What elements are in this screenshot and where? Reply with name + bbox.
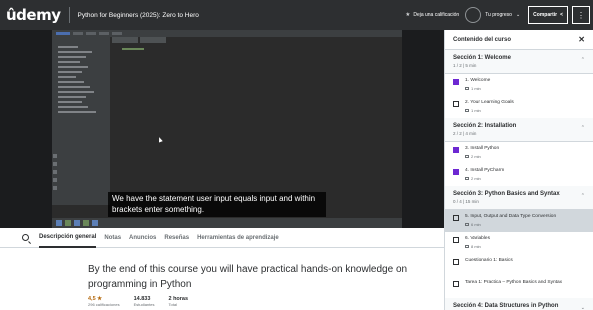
lecture-duration-text: 2 min [471,154,481,159]
video-icon [465,223,469,227]
stat-label: Total [168,302,177,307]
tab-notes[interactable]: Notas [104,228,121,248]
video-player[interactable]: We have the statement user input equals … [0,30,444,228]
sidebar-header: Contenido del curso ✕ [445,30,593,50]
top-bar: ûdemy Python for Beginners (2025): Zero … [0,0,593,30]
lecture-duration-text: 1 min [471,108,481,113]
lecture-duration: 2 min [465,176,504,181]
section-meta: 2 / 2 | 4 min [453,131,477,136]
lecture-duration: 2 min [465,154,499,159]
section-meta: 1 / 2 | 5 min [453,63,477,68]
rate-course-link[interactable]: ★ Deja una calificación [405,12,459,18]
lecture-title: 2. Your Learning Goals [465,100,514,105]
lecture-checkbox[interactable] [453,169,459,175]
lecture-item[interactable]: 4. Install PyCharm 2 min [445,164,593,186]
lecture-duration-text: 6 min [471,222,481,227]
lecture-item[interactable]: 2. Your Learning Goals 1 min [445,96,593,118]
rate-course-label: Deja una calificación [413,12,460,18]
progress-label: Tu progreso [485,12,512,18]
chevron-up-icon: ⌃ [580,125,585,131]
lecture-title: 3. Install Python [465,146,500,151]
lecture-duration: 1 min [465,108,514,113]
progress-dropdown[interactable]: Tu progreso ⌄ [465,7,520,23]
section-header[interactable]: Sección 1: Welcome 1 / 2 | 5 min ⌃ [445,50,593,74]
section-header[interactable]: Sección 3: Python Basics and Syntax 0 / 4… [445,186,593,210]
chevron-up-icon: ⌃ [580,193,585,199]
lecture-duration: 8 min [465,244,490,249]
lecture-checkbox[interactable] [453,215,459,221]
lecture-checkbox[interactable] [453,147,459,153]
lecture-item[interactable]: Tarea 1: Practica – Python Basics and Sy… [445,276,593,298]
stat-rating: 4,5 ★ 296 calificaciones [88,296,120,307]
lecture-checkbox[interactable] [453,79,459,85]
chevron-up-icon: ⌃ [580,57,585,63]
lecture-checkbox[interactable] [453,237,459,243]
lecture-duration: 6 min [465,222,556,227]
lecture-duration-text: 2 min [471,176,481,181]
section-title: Sección 4: Data Structures in Python [453,303,559,309]
video-icon [465,109,469,113]
lecture-title: Tarea 1: Practica – Python Basics and Sy… [465,280,563,285]
lecture-checkbox[interactable] [453,281,459,287]
lecture-title: Cuestionario 1: Basics [465,258,513,263]
tab-learning-tools[interactable]: Herramientas de aprendizaje [197,228,279,248]
section-title: Sección 2: Installation [453,123,517,129]
course-content-sidebar: Contenido del curso ✕ Sección 1: Welcome… [444,30,593,310]
chevron-down-icon: ⌄ [580,305,585,310]
section-list: Sección 1: Welcome 1 / 2 | 5 min ⌃ 1. Welco… [445,50,593,310]
lecture-item[interactable]: 3. Install Python 2 min [445,142,593,164]
stat-label: 296 calificaciones [88,302,120,307]
lecture-item[interactable]: 6. Variables 8 min [445,232,593,254]
lecture-title: 4. Install PyCharm [465,168,505,173]
video-icon [465,87,469,91]
lecture-item[interactable]: 5. Input, Output and Data Type Conversio… [445,210,593,232]
lecture-title: 6. Variables [465,236,490,241]
lecture-item[interactable]: Cuestionario 1: Basics [445,254,593,276]
section-title: Sección 1: Welcome [453,55,511,61]
share-button[interactable]: Compartir < [528,6,568,24]
video-icon [465,177,469,181]
tab-announcements[interactable]: Anuncios [129,228,156,248]
section-header[interactable]: Sección 2: Installation 2 / 2 | 4 min ⌃ [445,118,593,142]
section-title: Sección 3: Python Basics and Syntax [453,191,560,197]
tab-overview[interactable]: Descripción general [39,228,97,248]
sidebar-title: Contenido del curso [453,36,512,43]
lecture-item[interactable]: 1. Welcome 1 min [445,74,593,96]
course-overview-text: By the end of this course you will have … [88,264,408,290]
stat-hours: 2 horas Total [168,296,188,307]
lecture-duration-text: 8 min [471,244,481,249]
section-header[interactable]: Sección 4: Data Structures in Python ⌄ [445,298,593,310]
course-title[interactable]: Python for Beginners (2025): Zero to Her… [78,12,199,19]
share-icon: < [560,12,563,18]
search-icon[interactable] [22,234,29,241]
more-options-button[interactable]: ⋮ [572,6,590,24]
video-icon [465,245,469,249]
lecture-checkbox[interactable] [453,101,459,107]
share-label: Compartir [533,12,558,18]
udemy-logo[interactable]: ûdemy [6,6,61,24]
chevron-down-icon: ⌄ [515,12,521,18]
course-stats: 4,5 ★ 296 calificaciones 14.833 Estudian… [88,296,188,307]
content-tabs: Descripción general Notas Anuncios Reseñ… [0,228,444,248]
stat-students: 14.833 Estudiantes [134,296,155,307]
header-divider [68,7,70,23]
progress-ring-icon [465,7,482,23]
lecture-duration-text: 1 min [471,86,481,91]
video-caption: We have the statement user input equals … [108,192,326,217]
lecture-duration: 1 min [465,86,490,91]
stat-label: Estudiantes [133,302,155,307]
section-meta: 0 / 4 | 15 min [453,199,479,204]
video-icon [465,155,469,159]
star-icon: ★ [405,12,411,18]
close-icon[interactable]: ✕ [578,35,585,44]
ide-project-panel [52,37,110,205]
lecture-title: 5. Input, Output and Data Type Conversio… [465,214,557,219]
lecture-title: 1. Welcome [465,78,491,83]
ide-editor [112,44,402,204]
lecture-checkbox[interactable] [453,259,459,265]
tab-reviews[interactable]: Reseñas [164,228,189,248]
